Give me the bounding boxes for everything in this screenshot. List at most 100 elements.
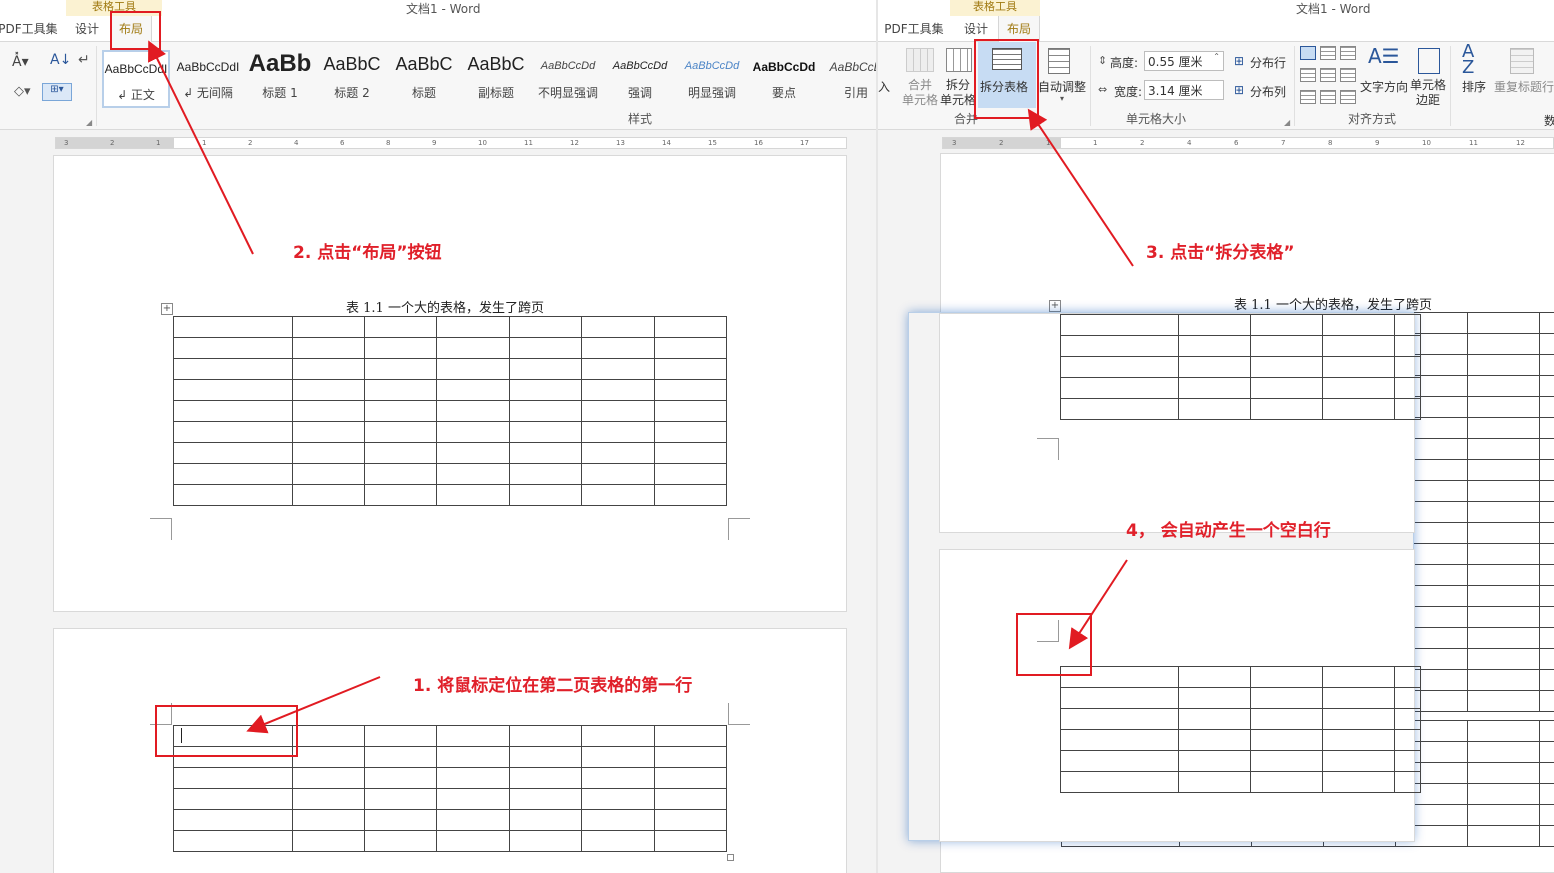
table-cell[interactable] xyxy=(653,746,728,768)
table-cell[interactable] xyxy=(1322,356,1395,378)
table-cell[interactable] xyxy=(436,358,510,380)
style-item[interactable]: AaBbCcDdI ↲ 无间隔 xyxy=(174,50,242,108)
table-cell[interactable] xyxy=(1322,314,1395,336)
table-cell[interactable] xyxy=(508,358,583,380)
table-cell[interactable] xyxy=(1178,708,1251,730)
style-item[interactable]: AaBbC 标题 xyxy=(390,50,458,108)
table-cell[interactable] xyxy=(173,809,293,831)
table-cell[interactable] xyxy=(653,788,728,810)
table-cell[interactable] xyxy=(1539,438,1554,460)
table-cell[interactable] xyxy=(581,746,655,768)
table-cell[interactable] xyxy=(508,830,583,852)
table-cell[interactable] xyxy=(1060,398,1179,420)
table-cell[interactable] xyxy=(1467,501,1540,523)
table-cell[interactable] xyxy=(581,379,655,401)
table-cell[interactable] xyxy=(291,358,366,380)
repeat-header-rows-button[interactable]: 重复标题行 xyxy=(1494,78,1554,95)
table-cell[interactable] xyxy=(173,337,293,359)
table-cell[interactable] xyxy=(581,400,655,422)
table-cell[interactable] xyxy=(581,809,655,831)
table-cell[interactable] xyxy=(508,746,583,768)
table-cell[interactable] xyxy=(1060,356,1179,378)
table-cell[interactable] xyxy=(291,400,366,422)
table-cell[interactable] xyxy=(1539,669,1554,691)
table-cell[interactable] xyxy=(508,463,583,485)
table-cell[interactable] xyxy=(436,767,510,789)
table-cell[interactable] xyxy=(508,484,583,506)
dialog-launcher-icon[interactable]: ◢ xyxy=(1284,118,1290,127)
table-cell[interactable] xyxy=(436,442,510,464)
table-cell[interactable] xyxy=(364,421,438,443)
table-cell[interactable] xyxy=(1060,771,1179,793)
table-cell[interactable] xyxy=(1060,335,1179,357)
table-cell[interactable] xyxy=(581,442,655,464)
table-cell[interactable] xyxy=(436,725,510,747)
table-cell[interactable] xyxy=(436,316,510,338)
borders-icon[interactable]: ⊞▾ xyxy=(42,83,72,101)
align-cell-icon[interactable] xyxy=(1340,46,1356,60)
table-cell[interactable] xyxy=(173,379,293,401)
table-cell[interactable] xyxy=(508,767,583,789)
table-cell[interactable] xyxy=(173,788,293,810)
table-cell[interactable] xyxy=(653,337,728,359)
table-cell[interactable] xyxy=(653,421,728,443)
table-cell[interactable] xyxy=(1467,438,1540,460)
table-cell[interactable] xyxy=(1467,459,1540,481)
table-cell[interactable] xyxy=(173,316,293,338)
table-cell[interactable] xyxy=(1539,825,1554,847)
table-cell[interactable] xyxy=(1178,687,1251,709)
table-cell[interactable] xyxy=(1467,312,1540,334)
table-cell[interactable] xyxy=(291,442,366,464)
table-cell[interactable] xyxy=(1178,356,1251,378)
merge-cells-button[interactable]: 合并 单元格 xyxy=(902,78,938,108)
table-cell[interactable] xyxy=(653,725,728,747)
table-cell[interactable] xyxy=(1250,335,1323,357)
table-cell[interactable] xyxy=(1467,648,1540,670)
table-cell[interactable] xyxy=(1467,480,1540,502)
text-direction-button[interactable]: 文字方向 xyxy=(1360,78,1408,95)
table-cell[interactable] xyxy=(1467,543,1540,565)
table-cell[interactable] xyxy=(1322,377,1395,399)
table-cell[interactable] xyxy=(1178,314,1251,336)
table-cell[interactable] xyxy=(364,463,438,485)
table-cell[interactable] xyxy=(364,337,438,359)
align-cell-icon[interactable] xyxy=(1300,46,1316,60)
table-cell[interactable] xyxy=(364,746,438,768)
table-cell[interactable] xyxy=(1060,687,1179,709)
tab-design[interactable]: 设计 xyxy=(66,16,108,42)
table-cell[interactable] xyxy=(436,463,510,485)
table-cell[interactable] xyxy=(1539,606,1554,628)
table-cell[interactable] xyxy=(364,316,438,338)
style-item[interactable]: AaBbC 标题 2 xyxy=(318,50,386,108)
table-cell[interactable] xyxy=(1250,771,1323,793)
table-cell[interactable] xyxy=(1467,627,1540,649)
table-cell[interactable] xyxy=(508,400,583,422)
table-cell[interactable] xyxy=(581,316,655,338)
table-cell[interactable] xyxy=(1394,377,1421,399)
distribute-columns-button[interactable]: 分布列 xyxy=(1250,83,1286,100)
table-cell[interactable] xyxy=(1250,666,1323,688)
table-cell[interactable] xyxy=(1539,312,1554,334)
table-cell[interactable] xyxy=(291,337,366,359)
table-cell[interactable] xyxy=(1250,356,1323,378)
table-cell[interactable] xyxy=(436,746,510,768)
table-cell[interactable] xyxy=(581,725,655,747)
table-cell[interactable] xyxy=(508,316,583,338)
table-cell[interactable] xyxy=(436,809,510,831)
table-cell[interactable] xyxy=(291,767,366,789)
table-cell[interactable] xyxy=(1467,741,1540,763)
tab-pdf-tools[interactable]: PDF工具集 xyxy=(882,16,946,42)
table-cell[interactable] xyxy=(653,358,728,380)
table-cell[interactable] xyxy=(653,767,728,789)
table-cell[interactable] xyxy=(436,788,510,810)
table-cell[interactable] xyxy=(291,830,366,852)
table-cell[interactable] xyxy=(291,484,366,506)
split-cells-button[interactable]: 拆分 单元格 xyxy=(940,78,976,108)
table-cell[interactable] xyxy=(1250,729,1323,751)
table-cell[interactable] xyxy=(581,788,655,810)
cell-margins-button[interactable]: 单元格 边距 xyxy=(1410,78,1446,108)
table-cell[interactable] xyxy=(1539,783,1554,805)
table-move-handle-icon[interactable]: + xyxy=(161,303,173,315)
table-cell[interactable] xyxy=(291,788,366,810)
table-cell[interactable] xyxy=(1467,669,1540,691)
